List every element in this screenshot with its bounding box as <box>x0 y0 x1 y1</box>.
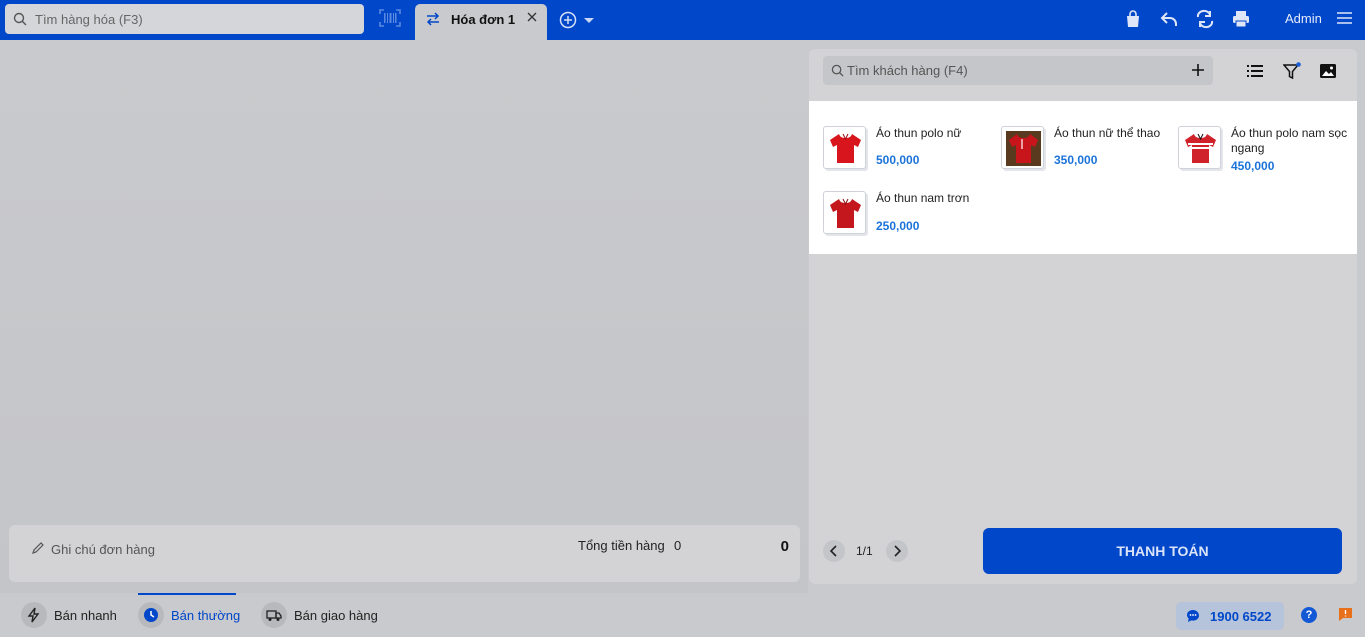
product-price: 500,000 <box>876 153 920 167</box>
product-search-box[interactable] <box>5 4 364 34</box>
feedback-icon[interactable] <box>1338 607 1353 622</box>
product-item[interactable]: Áo thun nữ thể thao 350,000 <box>1001 126 1171 182</box>
cart-area <box>0 40 808 593</box>
truck-icon <box>266 610 282 621</box>
refresh-icon[interactable] <box>1195 9 1215 29</box>
checkout-button[interactable]: THANH TOÁN <box>983 528 1342 574</box>
bottom-bar: Bán nhanh Bán thường Bán giao hàng 1900 … <box>0 593 1365 637</box>
chevron-left-icon <box>829 545 837 557</box>
product-item[interactable]: Áo thun polo nữ 500,000 <box>823 126 993 182</box>
mode-quick-sale[interactable]: Bán nhanh <box>21 593 121 637</box>
clock-icon <box>144 608 158 622</box>
next-page-button[interactable] <box>886 540 908 562</box>
add-customer-icon[interactable] <box>1191 63 1205 77</box>
order-note-field[interactable]: Ghi chú đơn hàng <box>51 542 155 557</box>
add-tab-icon[interactable] <box>559 11 577 29</box>
order-summary-panel: Ghi chú đơn hàng Tổng tiền hàng 0 0 <box>9 525 800 582</box>
image-view-icon[interactable] <box>1319 62 1337 80</box>
mode-label: Bán nhanh <box>54 608 117 623</box>
shopping-bag-icon[interactable] <box>1123 9 1143 29</box>
product-thumbnail <box>823 191 866 234</box>
hotline-number: 1900 6522 <box>1210 609 1272 624</box>
mode-delivery-sale[interactable]: Bán giao hàng <box>261 593 381 637</box>
product-name: Áo thun polo nam sọc ngang <box>1231 126 1348 155</box>
customer-search-box[interactable] <box>823 56 1213 85</box>
product-price: 450,000 <box>1231 159 1275 173</box>
product-price: 250,000 <box>876 219 920 233</box>
tab-invoice-1[interactable]: Hóa đơn 1 <box>415 4 547 40</box>
mode-label: Bán giao hàng <box>294 608 378 623</box>
product-search-input[interactable] <box>35 4 355 34</box>
chevron-right-icon <box>894 545 902 557</box>
help-icon[interactable]: ? <box>1301 607 1317 623</box>
mode-icon-wrap <box>21 602 47 628</box>
product-thumbnail <box>1001 126 1044 169</box>
search-icon <box>13 12 27 26</box>
product-name: Áo thun nữ thể thao <box>1054 126 1161 140</box>
product-grid: Áo thun polo nữ 500,000 Áo thun nữ thể t… <box>809 101 1357 254</box>
product-name: Áo thun nam trơn <box>876 191 970 205</box>
product-item[interactable]: Áo thun polo nam sọc ngang 450,000 <box>1178 126 1348 182</box>
mode-normal-sale[interactable]: Bán thường <box>138 593 241 637</box>
customer-search-input[interactable] <box>847 56 1177 85</box>
previous-page-button[interactable] <box>823 540 845 562</box>
product-panel: Áo thun polo nữ 500,000 Áo thun nữ thể t… <box>809 49 1357 584</box>
product-name: Áo thun polo nữ <box>876 126 962 140</box>
close-icon[interactable] <box>526 11 538 23</box>
undo-icon[interactable] <box>1159 9 1179 29</box>
product-thumbnail <box>823 126 866 169</box>
mode-icon-wrap <box>261 602 287 628</box>
chevron-down-icon[interactable] <box>584 18 594 23</box>
barcode-scan-icon[interactable] <box>379 9 401 27</box>
mode-icon-wrap <box>138 602 164 628</box>
filter-icon[interactable] <box>1283 62 1301 80</box>
total-label: Tổng tiền hàng <box>578 538 665 553</box>
page-indicator: 1/1 <box>856 544 873 558</box>
total-value: 0 <box>780 538 789 555</box>
hotline-button[interactable]: 1900 6522 <box>1176 602 1284 630</box>
hamburger-menu-icon[interactable] <box>1337 12 1352 24</box>
user-name[interactable]: Admin <box>1285 11 1322 26</box>
swap-icon <box>426 12 440 26</box>
search-icon <box>831 64 844 77</box>
printer-icon[interactable] <box>1231 9 1251 29</box>
tab-label: Hóa đơn 1 <box>451 12 516 27</box>
mode-label: Bán thường <box>171 608 241 623</box>
active-indicator <box>138 593 236 595</box>
chat-icon <box>1187 610 1199 622</box>
top-bar: Hóa đơn 1 Admin <box>0 0 1365 40</box>
lightning-icon <box>27 607 40 623</box>
product-thumbnail <box>1178 126 1221 169</box>
product-item[interactable]: Áo thun nam trơn 250,000 <box>823 191 993 247</box>
product-price: 350,000 <box>1054 153 1098 167</box>
item-count: 0 <box>674 538 682 553</box>
list-view-icon[interactable] <box>1246 62 1264 80</box>
pencil-icon <box>32 542 44 554</box>
